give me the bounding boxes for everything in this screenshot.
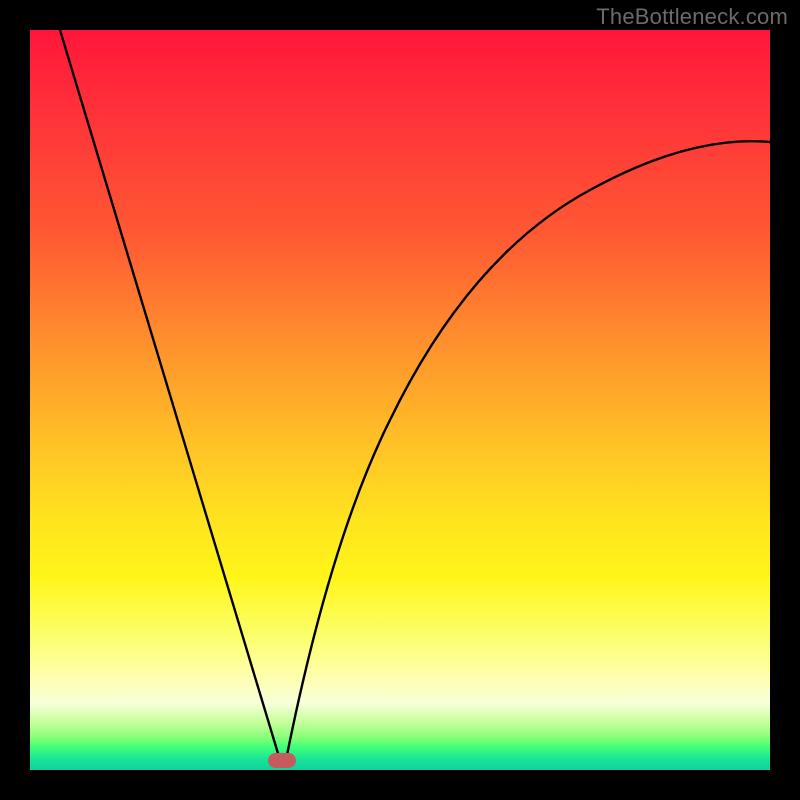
curve-layer bbox=[30, 30, 770, 770]
attribution-label: TheBottleneck.com bbox=[596, 4, 788, 30]
curve-left-branch bbox=[60, 30, 280, 760]
plot-area bbox=[30, 30, 770, 770]
minimum-marker bbox=[268, 753, 296, 768]
curve-right-branch bbox=[286, 141, 770, 760]
chart-frame: TheBottleneck.com bbox=[0, 0, 800, 800]
